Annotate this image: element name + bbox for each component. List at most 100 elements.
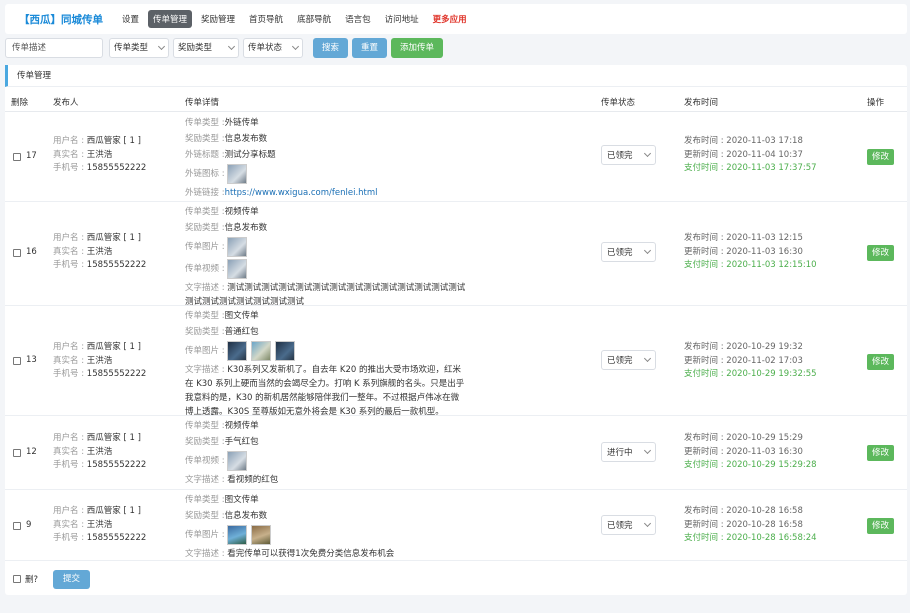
search-button[interactable]: 搜索 [313, 38, 349, 58]
type-label: 传单类型 : [185, 207, 225, 217]
flyer-video-thumbnail[interactable] [226, 451, 247, 471]
flyer-image-thumbnail[interactable] [226, 525, 247, 545]
flyer-video-thumbnail[interactable] [226, 259, 247, 279]
status-select[interactable]: 已领完 [601, 350, 656, 370]
updated-label: 更新时间 : [684, 246, 727, 257]
row-checkbox[interactable] [13, 153, 21, 161]
flyer-image-thumbnail[interactable] [250, 525, 271, 545]
row-checkbox[interactable] [13, 449, 21, 457]
nav-settings[interactable]: 设置 [117, 10, 144, 28]
flyer-type-select[interactable]: 传单类型 [109, 38, 169, 58]
type-label: 传单类型 : [185, 495, 225, 505]
reward-label: 奖励类型 : [185, 511, 225, 521]
username-label: 用户名 : [53, 433, 87, 443]
status-select[interactable]: 进行中 [601, 442, 656, 462]
col-action: 操作 [867, 98, 885, 108]
row-id: 12 [26, 447, 37, 457]
realname-value: 王洪浩 [86, 519, 113, 530]
username-label: 用户名 : [53, 342, 87, 352]
updated-value: 2020-11-02 17:03 [726, 355, 803, 366]
reset-button[interactable]: 重置 [352, 38, 388, 58]
footer-delete: 删? [13, 573, 38, 585]
realname-value: 王洪浩 [86, 149, 113, 160]
row-checkbox[interactable] [13, 357, 21, 365]
chevron-down-icon [227, 42, 236, 51]
nav-home-nav[interactable]: 首页导航 [244, 10, 288, 28]
type-value: 图文传单 [224, 495, 259, 505]
col-detail: 传单详情 [185, 98, 220, 108]
link-icon-label: 外链图标 : [185, 169, 225, 179]
username-value: 西瓜管家 [ 1 ] [86, 136, 141, 146]
select-all-checkbox[interactable] [13, 575, 21, 583]
type-value: 视频传单 [224, 207, 259, 217]
edit-button[interactable]: 修改 [867, 354, 895, 370]
table-header: 删除 发布人 传单详情 传单状态 发布时间 操作 [5, 92, 907, 112]
realname-value: 王洪浩 [86, 355, 113, 366]
link-icon-thumbnail[interactable] [226, 164, 247, 184]
reward-label: 奖励类型 : [185, 437, 225, 447]
submit-button[interactable]: 提交 [53, 570, 91, 589]
reward-value: 信息发布数 [224, 134, 268, 144]
time-info: 发布时间 : 2020-11-03 17:18 更新时间 : 2020-11-0… [684, 135, 817, 176]
link-url-value[interactable]: https://www.wxigua.com/fenlei.html [225, 186, 378, 200]
nav-bottom-nav[interactable]: 底部导航 [292, 10, 336, 28]
delete-label: 删? [25, 575, 39, 585]
flyer-image-thumbnail[interactable] [226, 237, 247, 257]
status-select[interactable]: 已领完 [601, 515, 656, 535]
username-label: 用户名 : [53, 506, 87, 516]
text-value: 看完传单可以获得1次免费分类信息发布机会 [227, 549, 395, 559]
link-title-value: 测试分享标题 [224, 150, 276, 160]
flyer-image-thumbnail[interactable] [250, 341, 271, 361]
realname-label: 真实名 : [53, 246, 87, 257]
reward-value: 普通红包 [224, 327, 259, 337]
edit-button[interactable]: 修改 [867, 518, 895, 534]
reward-value: 信息发布数 [224, 511, 268, 521]
flyer-image-thumbnail[interactable] [226, 341, 247, 361]
col-delete: 删除 [11, 98, 29, 108]
table-row: 17 用户名 : 西瓜管家 [ 1 ] 真实名 : 王洪浩 手机号 : 1585… [5, 113, 907, 202]
brand-title[interactable]: 【西瓜】同城传单 [19, 12, 103, 27]
nav-access-url[interactable]: 访问地址 [380, 10, 424, 28]
realname-value: 王洪浩 [86, 446, 113, 457]
published-label: 发布时间 : [684, 136, 727, 146]
reward-type-select[interactable]: 奖励类型 [173, 38, 239, 58]
updated-label: 更新时间 : [684, 519, 727, 530]
link-title-label: 外链标题 : [185, 150, 225, 160]
username-value: 西瓜管家 [ 1 ] [86, 433, 141, 443]
nav-more-apps[interactable]: 更多应用 [428, 10, 472, 28]
col-status: 传单状态 [601, 98, 636, 108]
flyer-desc-input[interactable]: 传单描述 [5, 38, 103, 58]
updated-value: 2020-11-04 10:37 [726, 149, 803, 160]
edit-button[interactable]: 修改 [867, 245, 895, 261]
reward-value: 手气红包 [224, 437, 259, 447]
flyer-status-select[interactable]: 传单状态 [243, 38, 303, 58]
flyer-detail: 传单类型 : 图文传单 奖励类型 : 信息发布数 传单图片 : 文字描述 : 看… [185, 493, 467, 561]
updated-label: 更新时间 : [684, 446, 727, 457]
time-info: 发布时间 : 2020-10-29 15:29 更新时间 : 2020-11-0… [684, 432, 817, 473]
flyer-detail: 传单类型 : 图文传单 奖励类型 : 普通红包 传单图片 : 文字描述 : K3… [185, 309, 467, 419]
status-select[interactable]: 已领完 [601, 242, 656, 262]
username-label: 用户名 : [53, 233, 87, 243]
text-value: 测试测试测试测试测试测试测试测试测试测试测试测试测试测试测试测试测试测试测试测试… [185, 283, 466, 307]
row-checkbox[interactable] [13, 522, 21, 530]
status-value: 已领完 [607, 151, 633, 161]
status-select[interactable]: 已领完 [601, 145, 656, 165]
row-id: 9 [26, 520, 32, 530]
reward-label: 奖励类型 : [185, 327, 225, 337]
flyer-image-thumbnail[interactable] [274, 341, 295, 361]
published-value: 2020-10-29 19:32 [726, 342, 803, 352]
row-checkbox[interactable] [13, 249, 21, 257]
filter-bar: 传单描述 传单类型 奖励类型 传单状态 搜索 重置 添加传单 [5, 38, 444, 58]
username-value: 西瓜管家 [ 1 ] [86, 342, 141, 352]
flyer-panel: 传单管理 删除 发布人 传单详情 传单状态 发布时间 操作 17 用户名 : 西… [5, 65, 907, 595]
realname-label: 真实名 : [53, 355, 87, 366]
flyer-detail: 传单类型 : 外链传单 奖励类型 : 信息发布数 外链标题 : 测试分享标题 外… [185, 116, 467, 202]
nav-language-pack[interactable]: 语言包 [340, 10, 376, 28]
nav-reward-manage[interactable]: 奖励管理 [196, 10, 240, 28]
updated-value: 2020-11-03 16:30 [726, 446, 803, 457]
edit-button[interactable]: 修改 [867, 445, 895, 461]
add-flyer-button[interactable]: 添加传单 [391, 38, 444, 58]
nav-flyer-manage[interactable]: 传单管理 [148, 10, 193, 28]
phone-label: 手机号 : [53, 163, 87, 173]
edit-button[interactable]: 修改 [867, 149, 895, 165]
